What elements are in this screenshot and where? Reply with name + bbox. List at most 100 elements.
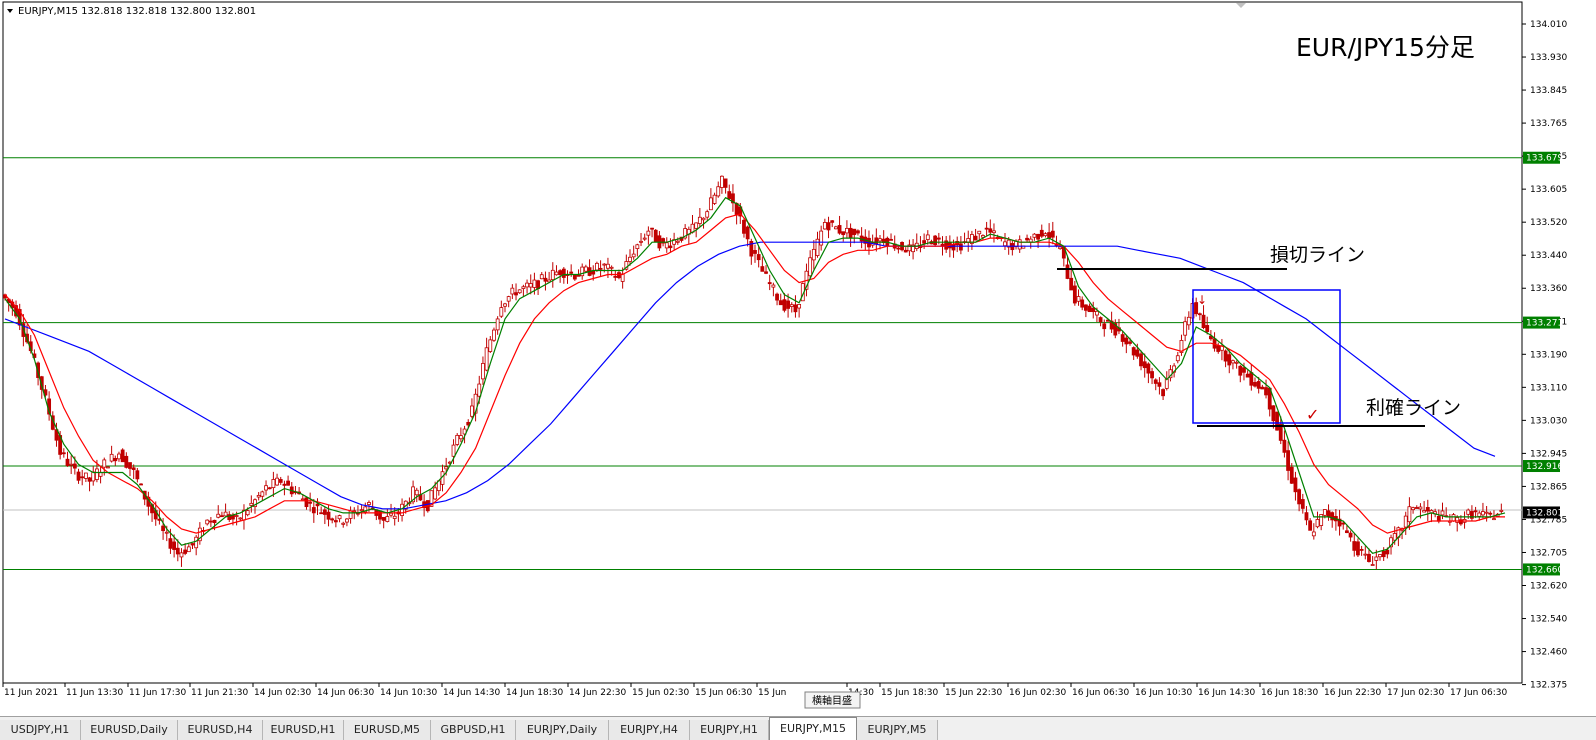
time-tick-label: 16 Jun 22:30: [1324, 688, 1381, 698]
candle-body: [1249, 372, 1254, 386]
tab-eurjpy-h1[interactable]: EURJPY,H1: [690, 720, 769, 740]
candle-body: [1403, 515, 1408, 528]
candle-body: [1102, 323, 1107, 330]
time-tick-label: 14 Jun 22:30: [569, 688, 626, 698]
candle-body: [168, 538, 173, 549]
candle-body: [341, 522, 346, 525]
candle-body: [120, 449, 125, 463]
candle-body: [712, 194, 717, 204]
candle-body: [1473, 510, 1478, 513]
candle-body: [1025, 237, 1029, 241]
candle-body: [1135, 349, 1140, 357]
candle-body: [455, 434, 460, 445]
time-tick-label: 16 Jun 02:30: [1009, 688, 1066, 698]
candle-body: [973, 235, 978, 241]
candle-body: [164, 531, 169, 534]
tab-eurjpy-h4[interactable]: EURJPY,H4: [609, 720, 690, 740]
candle-body: [216, 513, 221, 518]
candle-body: [1477, 512, 1482, 517]
candle-body: [124, 455, 129, 468]
time-tick-label: 16 Jun 18:30: [1261, 688, 1318, 698]
candle-body: [598, 267, 603, 270]
time-tick-label: 16 Jun 10:30: [1135, 688, 1192, 698]
tab-eurusd-h1[interactable]: EURUSD,H1: [263, 720, 344, 740]
price-axis[interactable]: 134.010133.930133.845133.765133.685133.6…: [1522, 20, 1567, 691]
candle-body: [95, 468, 99, 480]
candle-body: [845, 227, 849, 234]
candle-body: [275, 477, 279, 486]
candle-body: [98, 472, 103, 477]
tab-eurjpy-m15[interactable]: EURJPY,M15: [769, 717, 857, 740]
candle-body: [580, 266, 585, 277]
tab-eurusd-h4[interactable]: EURUSD,H4: [178, 720, 263, 740]
candle-body: [617, 272, 621, 279]
candle-body: [528, 283, 533, 288]
time-tick-label: 15 Jun 22:30: [945, 688, 1002, 698]
candle-body: [797, 304, 802, 309]
candle-body: [131, 467, 136, 470]
candle-body: [378, 510, 382, 520]
price-tick-label: 132.540: [1530, 615, 1567, 625]
candle-body: [322, 509, 327, 515]
candle-body: [264, 485, 268, 491]
candle-body: [1043, 233, 1048, 237]
candle-body: [337, 515, 342, 520]
candle-body: [1076, 296, 1081, 302]
time-tick-label: 11 Jun 2021: [4, 688, 58, 698]
candle-body: [1481, 511, 1485, 516]
time-tick-label: 15 Jun 18:30: [881, 688, 938, 698]
candle-body: [896, 247, 901, 250]
candle-body: [220, 515, 224, 518]
chart-window[interactable]: 損切ライン 利確ライン EUR/JPY15分足 ↓ ✓ EURJPY,M15 1…: [0, 0, 1596, 716]
tab-usdjpy-h1[interactable]: USDJPY,H1: [0, 720, 81, 740]
candle-body: [771, 284, 776, 288]
price-tick-label: 132.460: [1530, 648, 1567, 658]
tab-eurjpy-m5[interactable]: EURJPY,M5: [857, 720, 938, 740]
candle-body: [1234, 361, 1239, 364]
candle-body: [414, 489, 419, 496]
plot-area[interactable]: [2, 1, 1523, 684]
price-tick-label: 133.440: [1530, 251, 1567, 261]
candle-body: [723, 178, 728, 188]
candle-body: [87, 477, 92, 482]
candle-body: [1359, 549, 1364, 551]
price-tick-label: 132.865: [1530, 482, 1567, 492]
candle-body: [1087, 305, 1092, 313]
candle-body: [668, 245, 673, 249]
candle-body: [1304, 512, 1309, 521]
candle-body: [1047, 232, 1052, 239]
time-axis[interactable]: 11 Jun 2021 11 Jun 13:30 11 Jun 17:30 11 Ju…: [2, 683, 1507, 698]
candle-body: [208, 520, 213, 523]
scroll-tooltip: 横軸目盛: [812, 694, 852, 707]
candle-body: [245, 510, 250, 516]
candle-body: [701, 217, 706, 221]
candle-body: [675, 240, 680, 243]
candle-body: [1374, 556, 1379, 561]
candle-body: [767, 282, 772, 285]
tab-eurusd-m5[interactable]: EURUSD,M5: [344, 720, 431, 740]
candle-body: [1131, 347, 1136, 356]
candle-body: [1080, 299, 1085, 308]
candle-body: [639, 240, 643, 243]
price-tick-label: 133.605: [1530, 185, 1567, 195]
stop-loss-label: 損切ライン: [1270, 244, 1365, 266]
candle-body: [1300, 499, 1305, 509]
candle-body: [1153, 379, 1158, 384]
candle-body: [760, 266, 765, 272]
candle-body: [602, 263, 607, 266]
candle-body: [1425, 507, 1430, 512]
candle-body: [694, 222, 699, 229]
candle-body: [1242, 367, 1246, 373]
price-chart[interactable]: 損切ライン 利確ライン EUR/JPY15分足 ↓ ✓ EURJPY,M15 1…: [0, 0, 1596, 716]
tab-eurjpy-daily[interactable]: EURJPY,Daily: [516, 720, 609, 740]
candle-body: [1352, 541, 1357, 551]
candle-body: [139, 483, 143, 486]
candle-body: [826, 222, 831, 231]
candle-body: [1345, 530, 1349, 534]
candle-body: [359, 509, 364, 512]
candle-body: [223, 511, 228, 517]
tab-gbpusd-h1[interactable]: GBPUSD,H1: [431, 720, 516, 740]
candle-body: [1488, 512, 1493, 515]
tab-eurusd-daily[interactable]: EURUSD,Daily: [81, 720, 178, 740]
candle-body: [117, 453, 121, 460]
